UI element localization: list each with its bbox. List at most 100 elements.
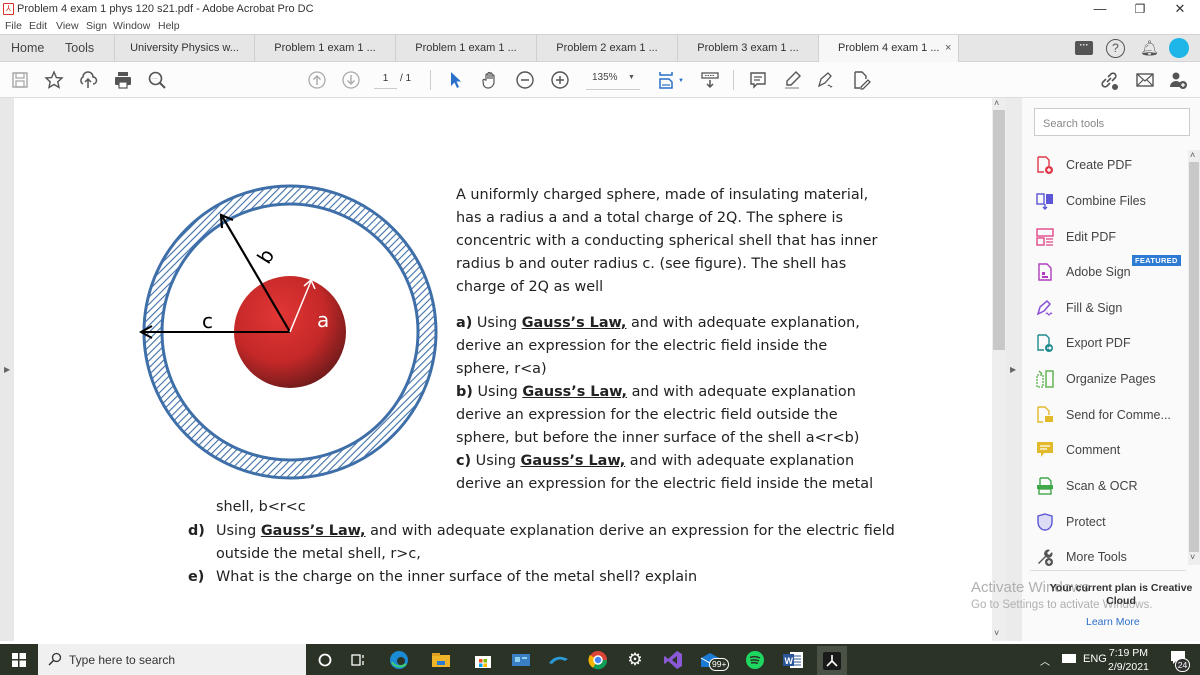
intro-line: has a radius a and a total charge of 2Q.… xyxy=(456,210,844,226)
highlight-pen-icon[interactable] xyxy=(780,68,804,92)
problem-intro: A uniformly charged sphere, made of insu… xyxy=(456,184,877,299)
menu-sign[interactable]: Sign xyxy=(86,20,107,32)
tool-combine-files[interactable]: Combine Files xyxy=(1036,190,1146,212)
scroll-mode-icon[interactable] xyxy=(698,68,722,92)
question-c: c) Using Gauss’s Law, and with adequate … xyxy=(456,450,873,496)
profile-avatar[interactable] xyxy=(1169,38,1189,58)
file-explorer-icon[interactable] xyxy=(430,649,452,671)
edit-document-icon[interactable] xyxy=(849,68,873,92)
zoom-in-icon[interactable] xyxy=(548,68,572,92)
menu-window[interactable]: Window xyxy=(113,20,150,32)
tab-tools[interactable]: Tools xyxy=(65,35,94,62)
tool-scan-ocr[interactable]: Scan & OCR xyxy=(1036,475,1138,497)
print-icon[interactable] xyxy=(111,68,135,92)
control-panel-icon[interactable] xyxy=(510,649,532,671)
question-text: derive an expression for the electric fi… xyxy=(456,338,828,354)
scroll-down-icon[interactable]: ˅ xyxy=(994,628,999,638)
email-icon[interactable] xyxy=(1133,68,1157,92)
windows-taskbar: Type here to search ⚙ 99+ W ︿ ENG 7:19 P… xyxy=(0,644,1200,675)
tool-organize-pages[interactable]: Organize Pages xyxy=(1036,368,1156,390)
chrome-icon[interactable] xyxy=(587,649,609,671)
language-indicator[interactable]: ENG xyxy=(1083,653,1107,665)
comment-tool-icon[interactable] xyxy=(746,68,770,92)
system-clock[interactable]: 7:19 PM 2/9/2021 xyxy=(1108,646,1149,674)
clock-time: 7:19 PM xyxy=(1108,647,1148,659)
scroll-up-icon[interactable]: ˄ xyxy=(1190,150,1195,160)
visual-studio-icon[interactable] xyxy=(662,649,684,671)
help-icon[interactable]: ? xyxy=(1106,39,1125,58)
zoom-out-icon[interactable] xyxy=(513,68,537,92)
save-icon[interactable] xyxy=(8,68,32,92)
word-icon[interactable]: W xyxy=(782,649,804,671)
maximize-button[interactable]: ❐ xyxy=(1120,0,1160,18)
doc-tab[interactable]: University Physics w... xyxy=(114,35,255,62)
tool-fill-sign[interactable]: Fill & Sign xyxy=(1036,297,1122,319)
acrobat-taskbar-icon[interactable] xyxy=(817,646,847,675)
search-zoom-icon[interactable]: ··· xyxy=(145,68,169,92)
tool-adobe-sign[interactable]: Adobe Sign xyxy=(1036,261,1131,283)
scrollbar-thumb[interactable] xyxy=(993,110,1005,350)
expand-left-panel-icon[interactable]: ▶ xyxy=(4,365,10,374)
microsoft-store-icon[interactable] xyxy=(472,649,494,671)
close-button[interactable]: ✕ xyxy=(1160,0,1200,18)
collapse-right-panel-icon[interactable]: ▶ xyxy=(1010,365,1016,374)
tool-create-pdf[interactable]: Create PDF xyxy=(1036,154,1132,176)
send-for-comment-icon xyxy=(1036,406,1054,424)
menu-help[interactable]: Help xyxy=(158,20,180,32)
menu-file[interactable]: File xyxy=(5,20,22,32)
comment-icon xyxy=(1036,441,1054,459)
doc-tab[interactable]: Problem 3 exam 1 ... xyxy=(678,35,819,62)
learn-more-link[interactable]: Learn More xyxy=(1086,616,1140,628)
scroll-up-icon[interactable]: ˄ xyxy=(994,98,999,108)
add-user-icon[interactable] xyxy=(1166,68,1190,92)
spotify-icon[interactable] xyxy=(744,649,766,671)
tool-export-pdf[interactable]: Export PDF xyxy=(1036,332,1131,354)
scrollbar-thumb[interactable] xyxy=(1189,162,1199,552)
next-page-icon[interactable] xyxy=(339,68,363,92)
fill-sign-tool-icon[interactable] xyxy=(814,68,838,92)
tool-label: Send for Comme... xyxy=(1066,408,1171,422)
cortana-icon[interactable] xyxy=(314,649,336,671)
share-link-icon[interactable] xyxy=(1097,68,1121,92)
search-tools-input[interactable]: Search tools xyxy=(1034,108,1190,136)
fit-dropdown-arrow-icon[interactable]: ▼ xyxy=(678,78,684,84)
task-view-icon[interactable] xyxy=(348,649,370,671)
doc-tab-active[interactable]: Problem 4 exam 1 ... × xyxy=(819,35,959,63)
dolphin-app-icon[interactable] xyxy=(548,649,570,671)
gauss-law-emphasis: Gauss’s Law, xyxy=(520,453,626,469)
menu-edit[interactable]: Edit xyxy=(29,20,47,32)
scroll-down-icon[interactable]: ˅ xyxy=(1190,552,1195,562)
settings-gear-icon[interactable]: ⚙ xyxy=(624,649,646,671)
show-hidden-icons-chevron[interactable]: ︿ xyxy=(1040,653,1050,668)
question-c-continued: shell, b<r<c xyxy=(216,499,306,515)
zoom-level-dropdown[interactable]: 135% ▼ xyxy=(586,72,640,90)
tab-home[interactable]: Home xyxy=(11,35,44,62)
edge-browser-icon[interactable] xyxy=(388,649,410,671)
tool-protect[interactable]: Protect xyxy=(1036,511,1106,533)
doc-tab[interactable]: Problem 2 exam 1 ... xyxy=(537,35,678,62)
minimize-button[interactable]: — xyxy=(1080,0,1120,18)
menu-view[interactable]: View xyxy=(56,20,79,32)
page-total: / 1 xyxy=(400,73,412,84)
fit-page-icon[interactable] xyxy=(654,68,678,92)
select-cursor-icon[interactable] xyxy=(444,68,468,92)
battery-icon[interactable] xyxy=(1062,654,1076,663)
chat-icon[interactable]: ··· xyxy=(1075,41,1093,55)
windows-start-icon[interactable] xyxy=(12,653,26,672)
tool-send-for-comments[interactable]: Send for Comme... xyxy=(1036,404,1171,426)
taskbar-search-box[interactable]: Type here to search xyxy=(38,644,306,675)
tools-pane-scrollbar[interactable]: ˄ ˅ xyxy=(1188,150,1200,565)
page-number-input[interactable]: 1 xyxy=(374,73,397,89)
tool-comment[interactable]: Comment xyxy=(1036,439,1120,461)
doc-tab[interactable]: Problem 1 exam 1 ... xyxy=(255,35,396,62)
close-tab-icon[interactable]: × xyxy=(945,35,951,62)
document-scrollbar[interactable]: ˄ ˅ xyxy=(992,98,1006,641)
previous-page-icon[interactable] xyxy=(305,68,329,92)
bookmark-star-icon[interactable] xyxy=(42,68,66,92)
tool-edit-pdf[interactable]: Edit PDF xyxy=(1036,226,1116,248)
notifications-bell-icon[interactable]: 🔔︎ xyxy=(1140,39,1159,57)
hand-tool-icon[interactable] xyxy=(478,68,502,92)
tool-more-tools[interactable]: More Tools xyxy=(1036,546,1127,568)
upload-cloud-icon[interactable] xyxy=(76,68,100,92)
doc-tab[interactable]: Problem 1 exam 1 ... xyxy=(396,35,537,62)
